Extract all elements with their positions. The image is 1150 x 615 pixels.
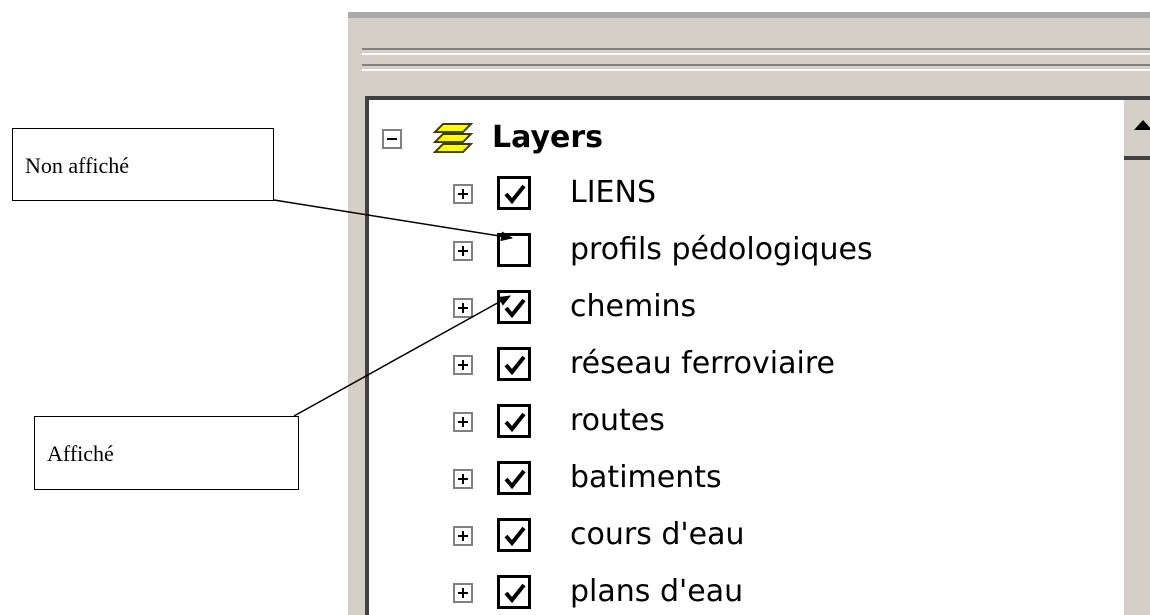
layer-visibility-checkbox[interactable] xyxy=(497,176,531,210)
layer-visibility-checkbox[interactable] xyxy=(497,290,531,324)
checkmark-icon xyxy=(504,526,526,547)
checkmark-icon xyxy=(504,469,526,490)
layer-label: routes xyxy=(570,403,665,438)
checkmark-icon xyxy=(504,412,526,433)
expand-icon[interactable] xyxy=(453,583,473,603)
layer-visibility-checkbox[interactable] xyxy=(497,347,531,381)
expand-icon[interactable] xyxy=(453,412,473,432)
callout-not-displayed: Non affiché xyxy=(12,128,274,201)
layer-row[interactable]: batiments xyxy=(369,455,1109,505)
tree-root-layers[interactable]: Layers xyxy=(369,116,1109,166)
layer-label: profils pédologiques xyxy=(570,232,873,267)
checkmark-icon xyxy=(504,583,526,604)
scroll-up-arrow-icon[interactable] xyxy=(1124,100,1150,160)
layer-visibility-checkbox[interactable] xyxy=(497,575,531,609)
table-of-contents-panel: Layers LIENS profils pédologiques chemin… xyxy=(348,12,1150,615)
expand-icon[interactable] xyxy=(453,526,473,546)
expand-icon[interactable] xyxy=(453,355,473,375)
layer-label: plans d'eau xyxy=(570,574,744,609)
layer-row[interactable]: routes xyxy=(369,398,1109,448)
toolbar-separator xyxy=(362,48,1150,55)
layer-label: cours d'eau xyxy=(570,517,745,552)
checkmark-icon xyxy=(504,184,526,205)
screenshot-stage: Non affiché Affiché Layers LIENS profils… xyxy=(0,0,1150,615)
expand-icon[interactable] xyxy=(453,184,473,204)
expand-icon[interactable] xyxy=(453,469,473,489)
layer-row[interactable]: chemins xyxy=(369,284,1109,334)
layer-row[interactable]: cours d'eau xyxy=(369,512,1109,562)
checkmark-icon xyxy=(504,355,526,376)
layer-label: LIENS xyxy=(570,175,657,210)
layer-label: chemins xyxy=(570,289,697,324)
layer-row[interactable]: profils pédologiques xyxy=(369,227,1109,277)
layer-label: réseau ferroviaire xyxy=(570,346,835,381)
callout-displayed: Affiché xyxy=(34,416,299,490)
layer-visibility-checkbox[interactable] xyxy=(497,518,531,552)
vertical-scrollbar[interactable] xyxy=(1124,100,1150,615)
layer-visibility-checkbox[interactable] xyxy=(497,461,531,495)
checkmark-icon xyxy=(504,298,526,319)
layer-row[interactable]: LIENS xyxy=(369,170,1109,220)
expand-icon[interactable] xyxy=(453,298,473,318)
layer-visibility-checkbox[interactable] xyxy=(497,404,531,438)
toolbar-separator xyxy=(362,64,1150,71)
layer-tree: Layers LIENS profils pédologiques chemin… xyxy=(365,96,1150,615)
tree-root-label: Layers xyxy=(492,120,603,155)
collapse-icon[interactable] xyxy=(382,129,402,149)
expand-icon[interactable] xyxy=(453,241,473,261)
layer-visibility-checkbox[interactable] xyxy=(497,233,531,267)
layers-stack-icon xyxy=(432,122,474,161)
layer-row[interactable]: réseau ferroviaire xyxy=(369,341,1109,391)
layer-row[interactable]: plans d'eau xyxy=(369,569,1109,615)
layer-label: batiments xyxy=(570,460,722,495)
